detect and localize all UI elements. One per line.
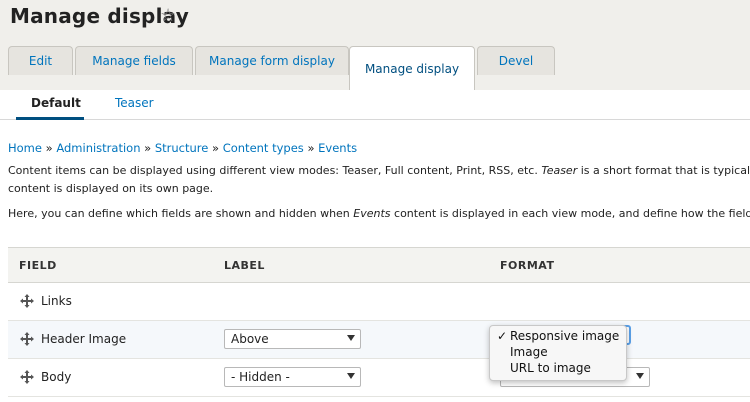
- breadcrumb-structure[interactable]: Structure: [155, 141, 209, 155]
- option-label: Responsive image: [510, 329, 620, 343]
- tab-default[interactable]: Default: [31, 96, 81, 110]
- table-row: Body - Hidden -: [8, 359, 750, 397]
- column-format: FORMAT: [500, 259, 555, 272]
- label-select-value: - Hidden -: [231, 370, 290, 384]
- description-text: Here, you can define which fields are sh…: [8, 207, 354, 220]
- description-emphasis: Teaser: [541, 164, 578, 177]
- drag-handle-icon[interactable]: [20, 332, 34, 346]
- field-name: Body: [41, 370, 72, 384]
- format-dropdown-menu: ✓ Responsive image Image URL to image: [489, 325, 627, 381]
- format-option-url-to-image[interactable]: URL to image: [490, 361, 626, 377]
- chevron-down-icon: [636, 373, 644, 379]
- field-name: Links: [41, 294, 72, 308]
- active-tab-indicator: [16, 117, 84, 120]
- secondary-tabs: Default Teaser: [0, 90, 750, 120]
- format-option-responsive-image[interactable]: ✓ Responsive image: [490, 329, 626, 345]
- tab-manage-fields[interactable]: Manage fields: [75, 46, 193, 75]
- tab-manage-display[interactable]: Manage display: [349, 46, 475, 90]
- breadcrumb-content-types[interactable]: Content types: [223, 141, 304, 155]
- breadcrumb-separator: »: [144, 141, 152, 155]
- table-header: FIELD LABEL FORMAT: [8, 247, 750, 283]
- tab-teaser[interactable]: Teaser: [115, 96, 154, 110]
- option-label: Image: [510, 345, 548, 359]
- chevron-down-icon: [347, 335, 355, 341]
- breadcrumb-home[interactable]: Home: [8, 141, 42, 155]
- breadcrumb-administration[interactable]: Administration: [56, 141, 140, 155]
- field-name: Header Image: [41, 332, 127, 346]
- description-line-3: Here, you can define which fields are sh…: [8, 205, 750, 223]
- description-line-2: content is displayed on its own page.: [8, 182, 214, 195]
- breadcrumb-separator: »: [307, 141, 315, 155]
- description-emphasis: Events: [353, 207, 391, 220]
- label-select[interactable]: Above: [224, 329, 361, 349]
- checkmark-icon: ✓: [497, 329, 508, 343]
- label-select[interactable]: - Hidden -: [224, 367, 361, 387]
- breadcrumb-separator: »: [45, 141, 53, 155]
- description-text: content is displayed in each view mode, …: [390, 207, 750, 220]
- chevron-down-icon: [347, 373, 355, 379]
- tab-edit[interactable]: Edit: [8, 46, 73, 75]
- column-field: FIELD: [19, 259, 57, 272]
- page-header: Manage display ☆ Edit Manage fields Mana…: [0, 0, 750, 90]
- breadcrumb: Home » Administration » Structure » Cont…: [8, 141, 357, 155]
- option-label: URL to image: [510, 361, 591, 375]
- column-label: LABEL: [224, 259, 265, 272]
- description-text: Content items can be displayed using dif…: [8, 164, 542, 177]
- star-icon[interactable]: ☆: [160, 5, 176, 26]
- table-row: Header Image Above: [8, 321, 750, 359]
- description-line-1: Content items can be displayed using dif…: [8, 162, 750, 180]
- breadcrumb-events[interactable]: Events: [318, 141, 357, 155]
- description-text: is a short format that is typically u: [580, 164, 750, 177]
- drag-handle-icon[interactable]: [20, 294, 34, 308]
- table-row: Links: [8, 283, 750, 321]
- tab-devel[interactable]: Devel: [477, 46, 555, 75]
- tab-manage-form-display[interactable]: Manage form display: [195, 46, 349, 75]
- drag-handle-icon[interactable]: [20, 370, 34, 384]
- breadcrumb-separator: »: [212, 141, 220, 155]
- format-option-image[interactable]: Image: [490, 345, 626, 361]
- label-select-value: Above: [231, 332, 269, 346]
